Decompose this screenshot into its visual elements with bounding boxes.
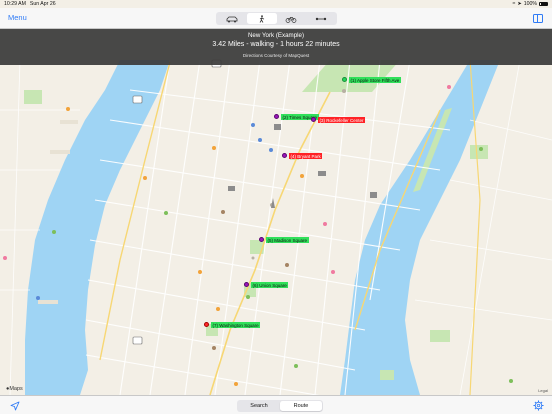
screen: (1) Apple Store Fifth Ave (2) Times Squa… — [0, 0, 552, 414]
route-city: New York (Example) — [247, 32, 305, 39]
stop-pin-4[interactable] — [282, 153, 287, 158]
tab-search[interactable]: Search — [238, 401, 280, 411]
maps-attribution: ●Maps — [6, 386, 23, 392]
bicycle-icon — [286, 16, 297, 23]
wifi-icon: ≈ — [512, 1, 516, 7]
tab-route[interactable]: Route — [280, 400, 322, 411]
status-bar: 10:29 AM Sun Apr 26 ≈ ➤ 100% — [0, 0, 552, 8]
menu-button[interactable]: Menu — [8, 13, 27, 22]
car-icon — [226, 16, 238, 22]
route-line-icon — [315, 17, 327, 20]
bottom-toolbar: Search Route — [0, 395, 552, 414]
transport-mode-selector — [216, 12, 337, 25]
sidebar-toggle-icon[interactable] — [533, 14, 543, 23]
location-arrow-icon[interactable] — [10, 401, 20, 411]
legal-link[interactable]: Legal — [538, 388, 548, 393]
mode-car[interactable] — [217, 13, 247, 24]
status-time: 10:29 AM — [4, 1, 26, 7]
gear-icon[interactable] — [533, 400, 544, 411]
maps-attribution-text: Maps — [9, 386, 23, 392]
search-route-toggle: Search Route — [237, 399, 323, 412]
nav-bar: Menu — [0, 8, 552, 29]
stop-label-1[interactable]: (1) Apple Store Fifth Ave — [349, 77, 401, 83]
mode-bicycle[interactable] — [277, 13, 307, 24]
stop-pin-6[interactable] — [244, 282, 249, 287]
directions-credit: Directions Courtesy of MapQuest — [242, 53, 310, 58]
stop-label-7[interactable]: (7) Washington Square — [211, 322, 261, 328]
route-summary: 3.42 Miles - walking - 1 hours 22 minute… — [212, 41, 340, 48]
directions-banner: New York (Example) 3.42 Miles - walking … — [0, 29, 552, 65]
stop-pin-1[interactable] — [342, 77, 347, 82]
mode-walking[interactable] — [246, 13, 277, 24]
walking-icon — [259, 14, 264, 23]
battery-icon — [539, 1, 548, 7]
stop-pin-3[interactable] — [311, 117, 316, 122]
stop-label-4[interactable]: (4) Bryant Park — [289, 153, 323, 159]
stop-label-5[interactable]: (5) Madison Square — [266, 237, 309, 243]
mode-route-line[interactable] — [306, 13, 336, 24]
stop-pin-5[interactable] — [259, 237, 264, 242]
stop-pin-2[interactable] — [274, 114, 279, 119]
stop-label-6[interactable]: (6) Union Square — [251, 282, 289, 288]
stop-pin-7[interactable] — [204, 322, 209, 327]
location-arrow-icon: ➤ — [517, 1, 522, 7]
battery-percent: 100% — [523, 1, 537, 7]
stop-label-3[interactable]: (3) Rockefeller Center — [318, 117, 366, 123]
status-date: Sun Apr 26 — [29, 1, 56, 7]
